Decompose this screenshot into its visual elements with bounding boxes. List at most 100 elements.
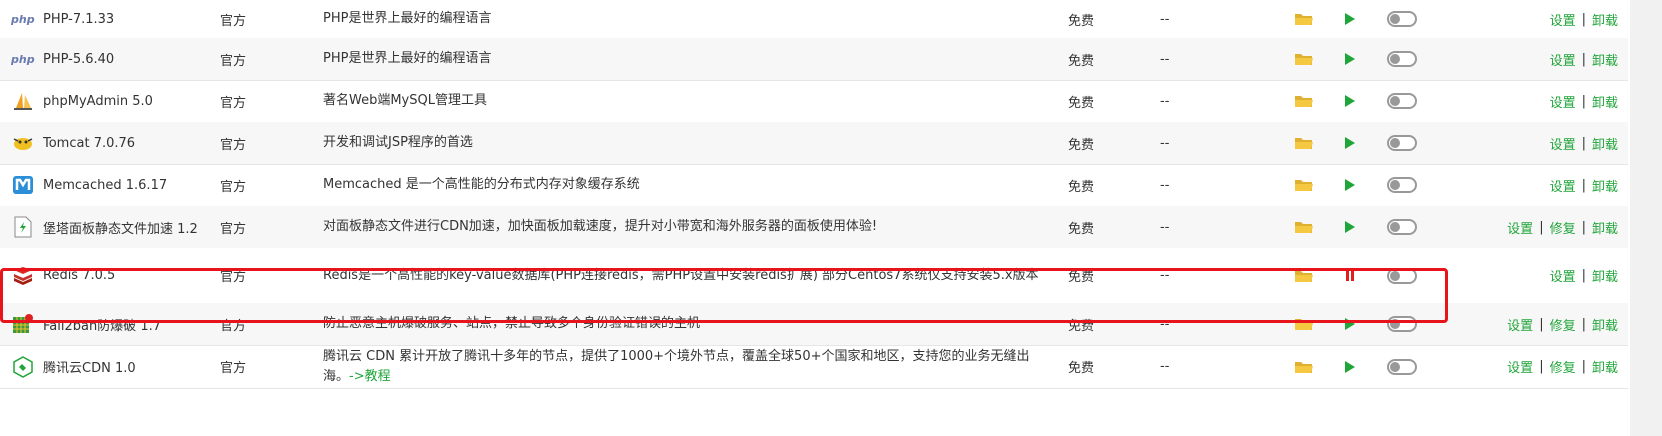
svg-text:php: php	[10, 53, 35, 66]
op-1[interactable]: 修复	[1550, 357, 1576, 376]
op-separator: |	[1539, 316, 1544, 332]
play-icon[interactable]	[1345, 95, 1355, 107]
play-icon[interactable]	[1345, 221, 1355, 233]
op-2[interactable]: 卸载	[1592, 315, 1618, 334]
op-1[interactable]: 卸载	[1592, 176, 1618, 195]
home-display-toggle[interactable]	[1382, 248, 1422, 303]
op-1[interactable]: 卸载	[1592, 50, 1618, 69]
plugin-name: PHP-7.1.33	[43, 11, 115, 27]
op-0[interactable]: 设置	[1550, 92, 1576, 111]
play-icon[interactable]	[1345, 179, 1355, 191]
plugin-type: 官方	[220, 221, 247, 237]
plugin-price: 免费	[1068, 270, 1095, 285]
op-2[interactable]: 卸载	[1592, 357, 1618, 376]
op-0[interactable]: 设置	[1507, 315, 1533, 334]
run-state[interactable]	[1336, 206, 1364, 248]
run-state[interactable]	[1336, 38, 1364, 80]
op-1[interactable]: 卸载	[1592, 266, 1618, 285]
folder-icon[interactable]	[1286, 164, 1322, 206]
op-separator: |	[1581, 316, 1586, 332]
home-display-toggle[interactable]	[1382, 345, 1422, 388]
plugin-desc-cell: 防止恶意主机爆破服务、站点，禁止导致多个身份验证错误的主机	[323, 303, 1058, 345]
run-state[interactable]	[1336, 345, 1364, 388]
plugin-row: 堡塔面板静态文件加速 1.2 官方 对面板静态文件进行CDN加速，加快面板加载速…	[0, 206, 1628, 249]
folder-icon[interactable]	[1286, 0, 1322, 38]
plugin-price: 免费	[1068, 95, 1095, 111]
plugin-desc: Memcached 是一个高性能的分布式内存对象缓存系统	[323, 177, 640, 192]
home-display-toggle[interactable]	[1382, 0, 1422, 38]
plugin-row: 腾讯云CDN 1.0 官方 腾讯云 CDN 累计开放了腾讯十多年的节点，提供了1…	[0, 345, 1628, 389]
plugin-ops: 设置 | 修复 | 卸载	[1418, 206, 1618, 248]
home-display-toggle[interactable]	[1382, 206, 1422, 248]
op-0[interactable]: 设置	[1550, 266, 1576, 285]
play-icon[interactable]	[1345, 53, 1355, 65]
folder-icon[interactable]	[1286, 206, 1322, 248]
plugin-type: 官方	[220, 137, 247, 153]
plugin-desc-cell: PHP是世界上最好的编程语言	[323, 0, 1058, 38]
run-state[interactable]	[1336, 164, 1364, 206]
toggle-switch[interactable]	[1387, 93, 1417, 109]
plugin-expire: --	[1160, 268, 1170, 283]
run-state[interactable]	[1336, 122, 1364, 164]
op-separator: |	[1581, 268, 1586, 283]
toggle-switch[interactable]	[1387, 316, 1417, 332]
folder-icon[interactable]	[1286, 122, 1322, 164]
toggle-switch[interactable]	[1387, 358, 1417, 375]
op-separator: |	[1581, 359, 1586, 374]
op-2[interactable]: 卸载	[1592, 218, 1618, 237]
op-1[interactable]: 卸载	[1592, 134, 1618, 153]
toggle-switch[interactable]	[1387, 219, 1417, 235]
toggle-switch[interactable]	[1387, 267, 1417, 284]
home-display-toggle[interactable]	[1382, 38, 1422, 80]
op-1[interactable]: 修复	[1550, 315, 1576, 334]
op-1[interactable]: 卸载	[1592, 10, 1618, 29]
op-0[interactable]: 设置	[1550, 176, 1576, 195]
svg-text:php: php	[10, 13, 35, 26]
plugin-price: 免费	[1068, 13, 1095, 29]
folder-icon[interactable]	[1286, 248, 1322, 303]
plugin-expire: --	[1160, 11, 1170, 27]
toggle-switch[interactable]	[1387, 11, 1417, 27]
scrollbar[interactable]	[1630, 0, 1662, 436]
folder-icon[interactable]	[1286, 80, 1322, 122]
plugin-price: 免费	[1068, 318, 1095, 334]
run-state[interactable]	[1336, 80, 1364, 122]
run-state[interactable]	[1336, 248, 1364, 303]
toggle-switch[interactable]	[1387, 51, 1417, 67]
folder-icon[interactable]	[1286, 38, 1322, 80]
run-state[interactable]	[1336, 0, 1364, 38]
php-icon: php	[10, 0, 36, 38]
op-0[interactable]: 设置	[1507, 357, 1533, 376]
folder-icon[interactable]	[1286, 345, 1322, 388]
play-icon[interactable]	[1345, 318, 1355, 330]
home-display-toggle[interactable]	[1382, 122, 1422, 164]
play-icon[interactable]	[1345, 137, 1355, 149]
play-icon[interactable]	[1345, 13, 1355, 25]
op-1[interactable]: 修复	[1550, 218, 1576, 237]
home-display-toggle[interactable]	[1382, 80, 1422, 122]
plugin-type: 官方	[220, 318, 247, 334]
stop-icon[interactable]	[1346, 270, 1354, 281]
op-1[interactable]: 卸载	[1592, 92, 1618, 111]
plugin-expire: --	[1160, 316, 1170, 332]
plugin-name: Tomcat 7.0.76	[43, 135, 136, 151]
plugin-ops: 设置 | 修复 | 卸载	[1418, 345, 1618, 388]
tutorial-link[interactable]: ->教程	[349, 369, 391, 384]
static-accel-icon	[10, 206, 36, 248]
play-icon[interactable]	[1345, 360, 1355, 373]
folder-icon[interactable]	[1286, 303, 1322, 345]
plugin-desc: 开发和调试JSP程序的首选	[323, 135, 473, 150]
home-display-toggle[interactable]	[1382, 303, 1422, 345]
toggle-switch[interactable]	[1387, 177, 1417, 193]
plugin-name: Fail2ban防爆破 1.7	[43, 318, 162, 334]
plugin-expire: --	[1160, 177, 1170, 193]
run-state[interactable]	[1336, 303, 1364, 345]
op-0[interactable]: 设置	[1550, 50, 1576, 69]
toggle-switch[interactable]	[1387, 135, 1417, 151]
plugin-type: 官方	[220, 361, 247, 376]
plugin-desc: Redis是一个高性能的key-value数据库(PHP连接redis，需PHP…	[323, 267, 1039, 283]
home-display-toggle[interactable]	[1382, 164, 1422, 206]
op-0[interactable]: 设置	[1550, 10, 1576, 29]
op-0[interactable]: 设置	[1507, 218, 1533, 237]
op-0[interactable]: 设置	[1550, 134, 1576, 153]
